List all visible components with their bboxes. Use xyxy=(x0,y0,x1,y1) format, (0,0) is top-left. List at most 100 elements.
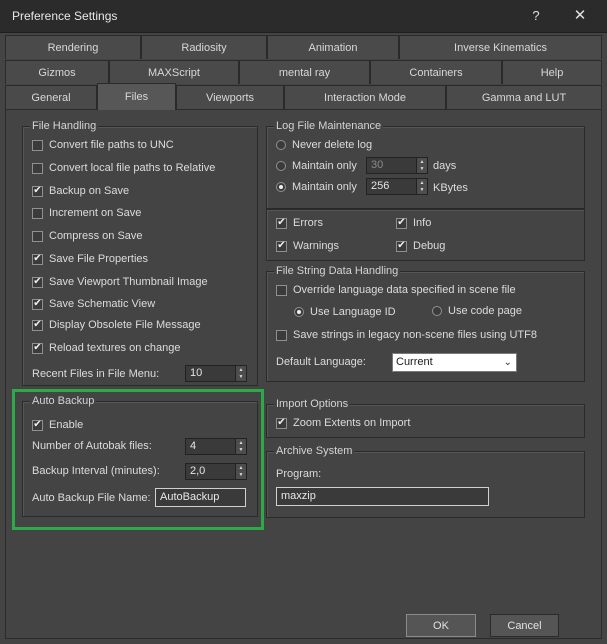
checkbox[interactable] xyxy=(32,230,43,242)
override-language[interactable]: Override language data specified in scen… xyxy=(276,281,516,299)
num-autobak-label: Number of Autobak files: xyxy=(32,440,152,452)
option-convert-unc[interactable]: Convert file paths to UNC xyxy=(32,136,174,154)
spinner-arrows-icon[interactable]: ▲ ▼ xyxy=(417,157,428,174)
ok-button[interactable]: OK xyxy=(406,614,476,637)
radio-button[interactable] xyxy=(276,161,286,171)
option-increment-on-save[interactable]: Increment on Save xyxy=(32,204,141,222)
log-never-delete[interactable]: Never delete log xyxy=(276,136,372,154)
backup-interval-value[interactable]: 2,0 xyxy=(185,463,236,480)
default-language-dropdown[interactable]: Current ⌄ xyxy=(392,353,517,372)
log-info[interactable]: ✔ Info xyxy=(396,214,431,232)
tab-help[interactable]: Help xyxy=(502,60,602,84)
checkbox-checked[interactable]: ✔ xyxy=(276,417,287,429)
tab-files[interactable]: Files xyxy=(97,83,176,110)
cancel-button[interactable]: Cancel xyxy=(490,614,559,637)
option-display-obsolete-message[interactable]: ✔ Display Obsolete File Message xyxy=(32,316,201,334)
backup-filename-label: Auto Backup File Name: xyxy=(32,492,151,504)
radio-button-selected[interactable] xyxy=(276,182,286,192)
default-language-label: Default Language: xyxy=(276,356,366,368)
program-field[interactable]: maxzip xyxy=(276,487,489,506)
spinner-arrows-icon[interactable]: ▲ ▼ xyxy=(236,463,247,480)
tab-inverse-kinematics[interactable]: Inverse Kinematics xyxy=(399,35,602,59)
archive-system-group: Archive System xyxy=(266,445,585,518)
chevron-down-icon: ⌄ xyxy=(503,357,512,368)
group-title: File String Data Handling xyxy=(274,265,401,277)
log-kbytes-unit: KBytes xyxy=(433,182,468,194)
recent-files-spinner[interactable]: 10 ▲ ▼ xyxy=(185,365,247,382)
group-title: File Handling xyxy=(30,120,99,132)
tab-mental-ray[interactable]: mental ray xyxy=(239,60,370,84)
default-language-value: Current xyxy=(396,356,433,368)
checkbox-checked[interactable]: ✔ xyxy=(276,240,287,252)
radio-button-selected[interactable] xyxy=(294,307,304,317)
tab-containers[interactable]: Containers xyxy=(370,60,502,84)
use-code-page[interactable]: Use code page xyxy=(432,302,522,320)
tab-interaction-mode[interactable]: Interaction Mode xyxy=(284,85,446,109)
backup-interval-spinner[interactable]: 2,0 ▲ ▼ xyxy=(185,463,247,480)
tab-gizmos[interactable]: Gizmos xyxy=(5,60,109,84)
log-errors[interactable]: ✔ Errors xyxy=(276,214,323,232)
backup-filename-field[interactable]: AutoBackup xyxy=(155,488,246,507)
auto-backup-enable[interactable]: ✔ Enable xyxy=(32,416,83,434)
log-days-spinner[interactable]: 30 ▲ ▼ xyxy=(366,157,428,174)
checkbox[interactable] xyxy=(276,329,287,341)
log-days-value[interactable]: 30 xyxy=(366,157,417,174)
log-maintain-kbytes[interactable]: Maintain only xyxy=(276,178,357,196)
close-icon[interactable]: ✕ xyxy=(570,6,590,26)
backup-interval-label: Backup Interval (minutes): xyxy=(32,465,160,477)
log-kbytes-spinner[interactable]: 256 ▲ ▼ xyxy=(366,178,428,195)
legacy-utf8[interactable]: Save strings in legacy non-scene files u… xyxy=(276,326,537,344)
window-title: Preference Settings xyxy=(12,9,118,23)
option-convert-relative[interactable]: Convert local file paths to Relative xyxy=(32,159,215,177)
log-debug[interactable]: ✔ Debug xyxy=(396,237,445,255)
num-autobak-spinner[interactable]: 4 ▲ ▼ xyxy=(185,438,247,455)
log-kbytes-value[interactable]: 256 xyxy=(366,178,417,195)
num-autobak-value[interactable]: 4 xyxy=(185,438,236,455)
checkbox[interactable] xyxy=(32,207,43,219)
help-button[interactable]: ? xyxy=(528,6,544,26)
tab-maxscript[interactable]: MAXScript xyxy=(109,60,239,84)
spinner-arrows-icon[interactable]: ▲ ▼ xyxy=(236,438,247,455)
recent-files-value[interactable]: 10 xyxy=(185,365,236,382)
checkbox-checked[interactable]: ✔ xyxy=(396,217,407,229)
checkbox[interactable] xyxy=(32,162,43,174)
checkbox-checked[interactable]: ✔ xyxy=(32,342,43,354)
tab-general[interactable]: General xyxy=(5,85,97,109)
spinner-arrows-icon[interactable]: ▲ ▼ xyxy=(236,365,247,382)
checkbox-checked[interactable]: ✔ xyxy=(32,319,43,331)
checkbox[interactable] xyxy=(32,139,43,151)
zoom-extents-on-import[interactable]: ✔ Zoom Extents on Import xyxy=(276,414,410,432)
group-title: Log File Maintenance xyxy=(274,120,384,132)
log-warnings[interactable]: ✔ Warnings xyxy=(276,237,339,255)
tab-rendering[interactable]: Rendering xyxy=(5,35,141,59)
spinner-arrows-icon[interactable]: ▲ ▼ xyxy=(417,178,428,195)
option-reload-textures[interactable]: ✔ Reload textures on change xyxy=(32,339,180,357)
title-bar: Preference Settings ? ✕ xyxy=(0,0,607,33)
tab-animation[interactable]: Animation xyxy=(267,35,399,59)
tab-viewports[interactable]: Viewports xyxy=(176,85,284,109)
option-backup-on-save[interactable]: ✔ Backup on Save xyxy=(32,182,129,200)
tab-radiosity[interactable]: Radiosity xyxy=(141,35,267,59)
option-save-viewport-thumbnail[interactable]: ✔ Save Viewport Thumbnail Image xyxy=(32,273,208,291)
option-compress-on-save[interactable]: Compress on Save xyxy=(32,227,143,245)
checkbox-checked[interactable]: ✔ xyxy=(32,185,43,197)
option-save-file-properties[interactable]: ✔ Save File Properties xyxy=(32,250,148,268)
checkbox-checked[interactable]: ✔ xyxy=(32,419,43,431)
group-title: Import Options xyxy=(274,398,351,410)
checkbox-checked[interactable]: ✔ xyxy=(276,217,287,229)
group-title: Archive System xyxy=(274,445,355,457)
tab-gamma-and-lut[interactable]: Gamma and LUT xyxy=(446,85,602,109)
checkbox-checked[interactable]: ✔ xyxy=(32,276,43,288)
radio-button[interactable] xyxy=(276,140,286,150)
checkbox-checked[interactable]: ✔ xyxy=(32,298,43,310)
radio-button[interactable] xyxy=(432,306,442,316)
use-language-id[interactable]: Use Language ID xyxy=(294,303,396,321)
log-days-unit: days xyxy=(433,160,457,172)
checkbox[interactable] xyxy=(276,284,287,296)
checkbox-checked[interactable]: ✔ xyxy=(32,253,43,265)
recent-files-label: Recent Files in File Menu: xyxy=(32,368,160,380)
checkbox-checked[interactable]: ✔ xyxy=(396,240,407,252)
option-save-schematic-view[interactable]: ✔ Save Schematic View xyxy=(32,295,155,313)
program-label: Program: xyxy=(276,468,322,480)
log-maintain-days[interactable]: Maintain only xyxy=(276,157,357,175)
